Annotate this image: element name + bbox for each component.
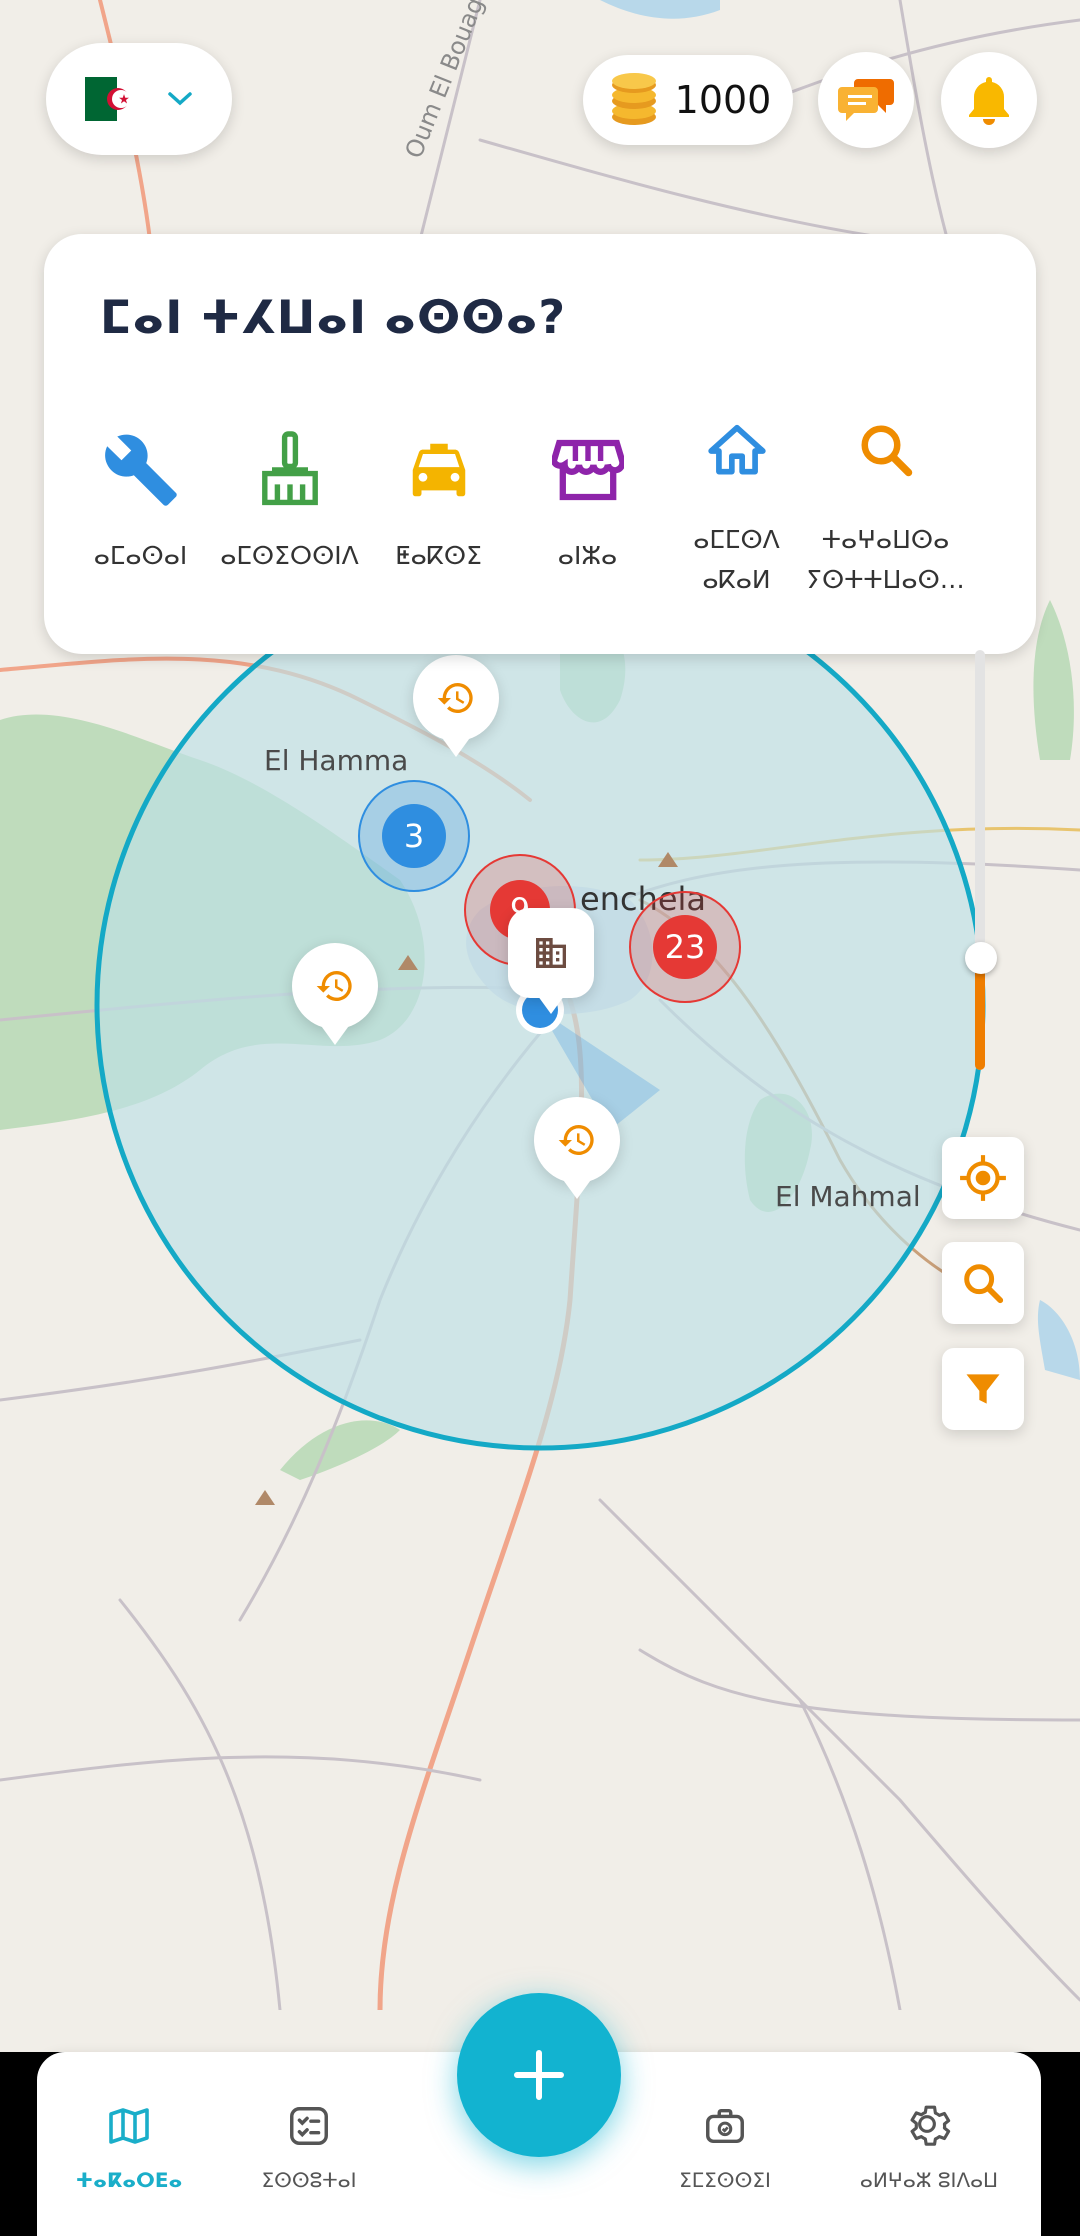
building-icon (536, 938, 566, 968)
briefcase-icon (706, 2108, 744, 2144)
coin-balance[interactable]: 1000 (583, 55, 793, 145)
nav-jobs-label: ⵉⵎⵉⵙⵙⵉⵏ (679, 2168, 771, 2192)
filter-button[interactable] (942, 1348, 1024, 1430)
bell-icon (969, 77, 1009, 125)
radius-slider-thumb[interactable] (965, 942, 997, 974)
store-icon (551, 439, 624, 501)
history-pin[interactable] (534, 1097, 620, 1199)
country-selector[interactable] (46, 43, 232, 155)
cluster-red[interactable]: 23 (629, 891, 741, 1003)
category-label: ⴰⵎⴰⵙⴰⵏ (93, 541, 188, 570)
coin-count: 1000 (674, 78, 772, 122)
nav-map-label: ⵜⴰⴽⴰⵔⴹⴰ (75, 2168, 183, 2192)
nav-tasks[interactable]: ⵉⵙⵙⵓⵜⴰⵏ (229, 2052, 389, 2236)
tasks-icon (290, 2107, 328, 2145)
service-categories: ⴰⵎⴰⵙⴰⵏ ⴰⵎⵙⵉⵔⵙⵏⴷ ⵟⴰⴽⵙⵉ ⴰⵏⵣⴰ ⴰⵎⵎⵙⴷ ⴰⴽⴰⵍ ⵜⴰ… (44, 420, 1058, 600)
business-pin[interactable] (508, 908, 594, 1014)
category-label: ⵟⴰⴽⵙⵉ (395, 541, 482, 570)
history-icon (437, 683, 473, 713)
category-cleaning[interactable]: ⴰⵎⵙⵉⵔⵙⵏⴷ (215, 420, 364, 600)
search-icon (964, 1264, 1004, 1304)
cluster-blue[interactable]: 3 (358, 780, 470, 892)
category-taxi[interactable]: ⵟⴰⴽⵙⵉ (364, 420, 513, 600)
services-card: ⵎⴰⵏ ⵜⵃⵡⴰⵏ ⴰⵙⵙⴰ? ⴰⵎⴰⵙⴰⵏ ⴰⵎⵙⵉⵔⵙⵏⴷ ⵟⴰⴽⵙⵉ ⴰⵏ… (44, 234, 1036, 654)
category-label: ⴰⵎⵎⵙⴷ ⴰⴽⴰⵍ (693, 525, 780, 594)
category-shop[interactable]: ⴰⵏⵣⴰ (513, 420, 662, 600)
map-search-button[interactable] (942, 1242, 1024, 1324)
cluster-count: 23 (653, 915, 717, 979)
settings-icon (910, 2105, 951, 2146)
algeria-flag-icon (85, 77, 149, 121)
home-icon (707, 424, 766, 475)
search-icon (861, 425, 912, 477)
nav-map[interactable]: ⵜⴰⴽⴰⵔⴹⴰ (49, 2052, 209, 2236)
services-card-title: ⵎⴰⵏ ⵜⵃⵡⴰⵏ ⴰⵙⵙⴰ? (100, 290, 567, 344)
chevron-down-icon (168, 92, 192, 106)
category-home[interactable]: ⴰⵎⵎⵙⴷ ⴰⴽⴰⵍ (662, 420, 811, 600)
nav-tasks-label: ⵉⵙⵙⵓⵜⴰⵏ (261, 2168, 357, 2192)
place-label-el-mahmal: El Mahmal (775, 1180, 921, 1213)
add-button[interactable] (457, 1993, 621, 2157)
history-icon (316, 971, 352, 1001)
category-repair[interactable]: ⴰⵎⴰⵙⴰⵏ (66, 420, 215, 600)
cluster-count: 3 (382, 804, 446, 868)
history-icon (558, 1125, 594, 1155)
map-icon (109, 2108, 149, 2144)
nav-settings[interactable]: ⴰⵍⵖⴰⵣ ⵓⵏⴷⴰⵡ (849, 2052, 1009, 2236)
locate-icon (960, 1155, 1006, 1201)
nav-jobs[interactable]: ⵉⵎⵉⵙⵙⵉⵏ (645, 2052, 805, 2236)
notifications-button[interactable] (941, 52, 1037, 148)
chat-button[interactable] (818, 52, 914, 148)
category-label: ⴰⵏⵣⴰ (557, 541, 618, 570)
category-search[interactable]: ⵜⴰⵖⴰⵡⵙⴰ ⵢⵙⵜⵜⵡⴰⵙ… (806, 420, 965, 600)
history-pin[interactable] (413, 655, 499, 757)
plus-icon (514, 2050, 564, 2100)
radius-slider-fill (975, 960, 985, 1070)
history-pin[interactable] (292, 943, 378, 1045)
category-label: ⵜⴰⵖⴰⵡⵙⴰ ⵢⵙⵜⵜⵡⴰⵙ… (806, 525, 965, 594)
category-label: ⴰⵎⵙⵉⵔⵙⵏⴷ (220, 541, 359, 570)
place-label-el-hamma: El Hamma (264, 744, 408, 777)
nav-settings-label: ⴰⵍⵖⴰⵣ ⵓⵏⴷⴰⵡ (859, 2168, 999, 2192)
wrench-icon (104, 434, 177, 506)
coins-icon (611, 73, 656, 125)
filter-icon (966, 1374, 1000, 1404)
locate-button[interactable] (942, 1137, 1024, 1219)
chat-icon (838, 79, 894, 121)
taxi-icon (412, 443, 465, 497)
broom-icon (261, 431, 318, 506)
